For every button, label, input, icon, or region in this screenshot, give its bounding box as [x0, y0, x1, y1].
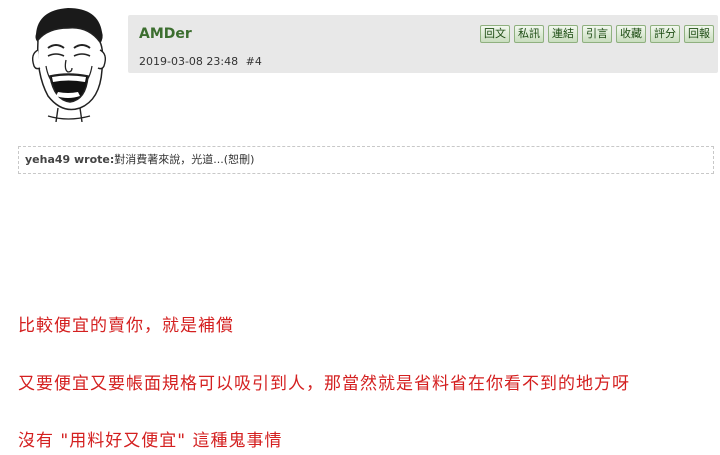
private-message-button[interactable]: 私訊 — [514, 25, 544, 43]
quote-text: 對消費著來說，光道...(恕刪) — [114, 153, 255, 166]
link-button[interactable]: 連結 — [548, 25, 578, 43]
quote-author: yeha49 wrote: — [25, 153, 115, 166]
reply-button[interactable]: 回文 — [480, 25, 510, 43]
rate-button[interactable]: 評分 — [650, 25, 680, 43]
post-date: 2019-03-08 23:48 — [139, 55, 239, 68]
favorite-button[interactable]: 收藏 — [616, 25, 646, 43]
post-floor[interactable]: #4 — [246, 55, 262, 68]
post-header: AMDer 2019-03-08 23:48 #4 回文 私訊 連結 引言 收藏… — [128, 15, 718, 73]
post-body-line: 沒有 "用料好又便宜" 這種鬼事情 — [18, 431, 283, 451]
post-actions: 回文 私訊 連結 引言 收藏 評分 回報 — [480, 25, 714, 43]
avatar[interactable] — [18, 4, 118, 123]
post-meta: 2019-03-08 23:48 #4 — [139, 55, 266, 68]
username-link[interactable]: AMDer — [139, 26, 192, 42]
report-button[interactable]: 回報 — [684, 25, 714, 43]
post-body-line: 又要便宜又要帳面規格可以吸引到人，那當然就是省料省在你看不到的地方呀 — [18, 374, 630, 394]
quote-block: yeha49 wrote:對消費著來說，光道...(恕刪) — [18, 146, 714, 174]
post-body-line: 比較便宜的賣你，就是補償 — [18, 316, 234, 336]
meme-face-icon — [31, 8, 107, 123]
quote-button[interactable]: 引言 — [582, 25, 612, 43]
